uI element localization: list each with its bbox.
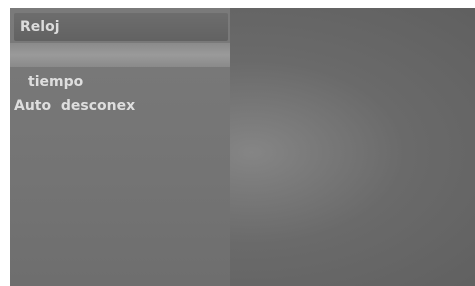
menu-title: Reloj [20, 19, 60, 35]
menu-separator [10, 43, 230, 67]
menu-item-label: Auto desconex [14, 98, 136, 114]
clock-menu-panel: Reloj tiempo Auto desconex [10, 8, 230, 286]
menu-item-auto-desconex[interactable]: Auto desconex [10, 94, 230, 118]
menu-item-tiempo[interactable]: tiempo [10, 70, 230, 94]
tv-screen: Reloj tiempo Auto desconex [10, 8, 475, 286]
menu-item-label: tiempo [28, 74, 84, 90]
menu-list: tiempo Auto desconex [10, 70, 230, 118]
menu-title-bar: Reloj [14, 13, 228, 41]
